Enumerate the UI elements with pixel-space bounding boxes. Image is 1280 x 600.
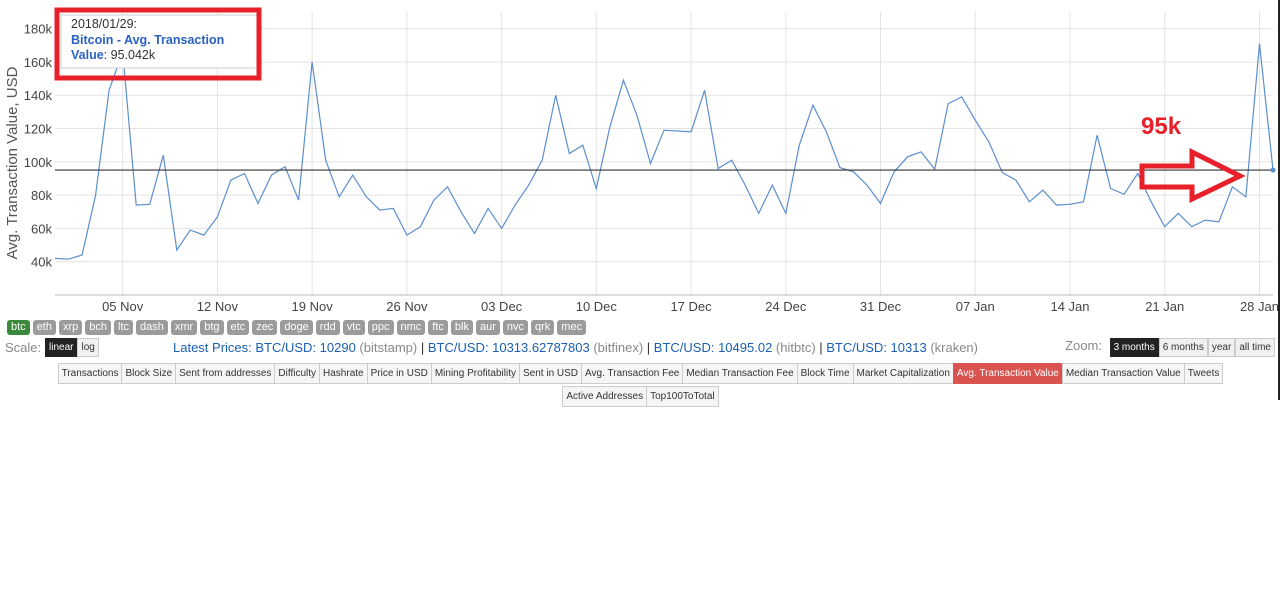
x-tick-label: 24 Dec xyxy=(765,299,807,314)
x-axis: 05 Nov 12 Nov 19 Nov 26 Nov 03 Dec 10 Dec 17 D… xyxy=(55,294,1279,314)
zoom-all-time-button[interactable]: all time xyxy=(1235,338,1275,357)
price-link[interactable]: BTC/USD: 10290 xyxy=(255,340,359,355)
latest-prices: Latest Prices: BTC/USD: 10290 (bitstamp)… xyxy=(173,340,978,355)
x-tick-label: 14 Jan xyxy=(1050,299,1089,314)
coin-button-ltc[interactable]: ltc xyxy=(114,320,134,335)
x-tick-label: 19 Nov xyxy=(292,299,334,314)
coin-button-vtc[interactable]: vtc xyxy=(342,320,365,335)
tab-mining-profitability[interactable]: Mining Profitability xyxy=(430,363,520,384)
tab-avg-transaction-fee[interactable]: Avg. Transaction Fee xyxy=(581,363,684,384)
coin-button-nmc[interactable]: nmc xyxy=(396,320,426,335)
coin-button-bch[interactable]: bch xyxy=(85,320,112,335)
tab-difficulty[interactable]: Difficulty xyxy=(274,363,321,384)
coin-button-xrp[interactable]: xrp xyxy=(58,320,83,335)
scale-label: Scale: xyxy=(5,340,42,355)
price-source: (bitfinex) xyxy=(593,340,644,355)
coin-button-xmr[interactable]: xmr xyxy=(170,320,198,335)
y-tick-label: 160k xyxy=(24,55,53,70)
y-tick-label: 60k xyxy=(31,221,52,236)
price-separator: | xyxy=(815,340,827,355)
x-tick-label: 31 Dec xyxy=(860,299,902,314)
tab-price-in-usd[interactable]: Price in USD xyxy=(366,363,432,384)
price-separator: | xyxy=(643,340,654,355)
y-axis-label: Avg. Transaction Value, USD xyxy=(4,66,21,259)
controls-row: Scale: linear log Latest Prices: BTC/USD:… xyxy=(5,338,1275,358)
coin-button-mec[interactable]: mec xyxy=(557,320,587,335)
tab-median-transaction-fee[interactable]: Median Transaction Fee xyxy=(682,363,798,384)
zoom-label: Zoom: xyxy=(1065,338,1102,353)
x-tick-label: 17 Dec xyxy=(670,299,712,314)
zoom-6-months-button[interactable]: 6 months xyxy=(1158,338,1208,357)
coin-button-rdd[interactable]: rdd xyxy=(315,320,340,335)
y-axis: 40k 60k 80k 100k 120k 140k 160k 180k xyxy=(24,22,53,270)
tab-median-transaction-value[interactable]: Median Transaction Value xyxy=(1061,363,1185,384)
coin-button-nvc[interactable]: nvc xyxy=(502,320,529,335)
coin-button-eth[interactable]: eth xyxy=(32,320,56,335)
tab-block-size[interactable]: Block Size xyxy=(121,363,177,384)
y-tick-label: 140k xyxy=(24,88,53,103)
y-tick-label: 180k xyxy=(24,22,53,37)
tab-avg-transaction-value[interactable]: Avg. Transaction Value xyxy=(952,363,1063,384)
tab-active-addresses[interactable]: Active Addresses xyxy=(562,386,648,407)
coin-selector: btc eth xrp bch ltc dash xmr btg etc zec doge rdd vt… xyxy=(7,317,589,335)
price-source: (hitbtc) xyxy=(775,340,816,355)
tab-transactions[interactable]: Transactions xyxy=(57,363,123,384)
coin-button-ftc[interactable]: ftc xyxy=(428,320,448,335)
y-tick-label: 120k xyxy=(24,122,53,137)
tab-block-time[interactable]: Block Time xyxy=(796,363,854,384)
hover-point xyxy=(1270,167,1276,173)
tooltip-date: 2018/01/29: xyxy=(71,17,137,31)
scale-log-button[interactable]: log xyxy=(77,338,99,357)
coin-button-qrk[interactable]: qrk xyxy=(531,320,555,335)
tab-sent-from-addresses[interactable]: Sent from addresses xyxy=(175,363,276,384)
price-link[interactable]: BTC/USD: 10313 xyxy=(826,340,930,355)
x-tick-label: 12 Nov xyxy=(197,299,239,314)
tab-market-capitalization[interactable]: Market Capitalization xyxy=(852,363,954,384)
y-tick-label: 100k xyxy=(24,155,53,170)
tab-tweets[interactable]: Tweets xyxy=(1183,363,1224,384)
x-tick-label: 07 Jan xyxy=(956,299,995,314)
coin-button-btc[interactable]: btc xyxy=(7,320,30,335)
x-tick-label: 21 Jan xyxy=(1145,299,1184,314)
y-tick-label: 80k xyxy=(31,188,52,203)
coin-button-zec[interactable]: zec xyxy=(252,320,278,335)
x-tick-label: 05 Nov xyxy=(102,299,144,314)
scale-linear-button[interactable]: linear xyxy=(45,338,78,357)
y-tick-label: 40k xyxy=(31,255,52,270)
x-tick-label: 10 Dec xyxy=(576,299,618,314)
tooltip-value: Value: 95.042k xyxy=(71,48,156,62)
tab-hashrate[interactable]: Hashrate xyxy=(319,363,368,384)
tab-sent-in-usd[interactable]: Sent in USD xyxy=(519,363,583,384)
coin-button-etc[interactable]: etc xyxy=(226,320,250,335)
coin-button-doge[interactable]: doge xyxy=(280,320,313,335)
avg-transaction-value-chart[interactable]: 40k 60k 80k 100k 120k 140k 160k 180k 05 Nov 12 N… xyxy=(0,0,1280,315)
coin-button-aur[interactable]: aur xyxy=(475,320,500,335)
coin-button-dash[interactable]: dash xyxy=(136,320,168,335)
scale-buttons: linear log xyxy=(45,338,99,357)
price-link[interactable]: BTC/USD: 10495.02 xyxy=(654,340,776,355)
annotation-arrow xyxy=(1139,147,1246,203)
coin-button-ppc[interactable]: ppc xyxy=(367,320,394,335)
x-tick-label: 03 Dec xyxy=(481,299,523,314)
price-source: (kraken) xyxy=(930,340,978,355)
x-tick-label: 28 Jan xyxy=(1240,299,1279,314)
annotation-95k: 95k xyxy=(1141,113,1182,140)
coin-button-btg[interactable]: btg xyxy=(200,320,224,335)
x-tick-label: 26 Nov xyxy=(386,299,428,314)
metric-tabs: Transactions Block Size Sent from addresse… xyxy=(30,363,1252,409)
zoom-controls: Zoom: 3 months 6 months year all time xyxy=(1065,338,1275,357)
zoom-3-months-button[interactable]: 3 months xyxy=(1109,338,1159,357)
price-source: (bitstamp) xyxy=(359,340,418,355)
coin-button-blk[interactable]: blk xyxy=(450,320,473,335)
price-link[interactable]: BTC/USD: 10313.62787803 xyxy=(428,340,594,355)
zoom-year-button[interactable]: year xyxy=(1207,338,1236,357)
price-separator: | xyxy=(417,340,428,355)
latest-prices-label: Latest Prices: xyxy=(173,340,256,355)
tooltip-series: Bitcoin - Avg. Transaction xyxy=(71,33,224,47)
tab-top100tototal[interactable]: Top100ToTotal xyxy=(646,386,719,407)
